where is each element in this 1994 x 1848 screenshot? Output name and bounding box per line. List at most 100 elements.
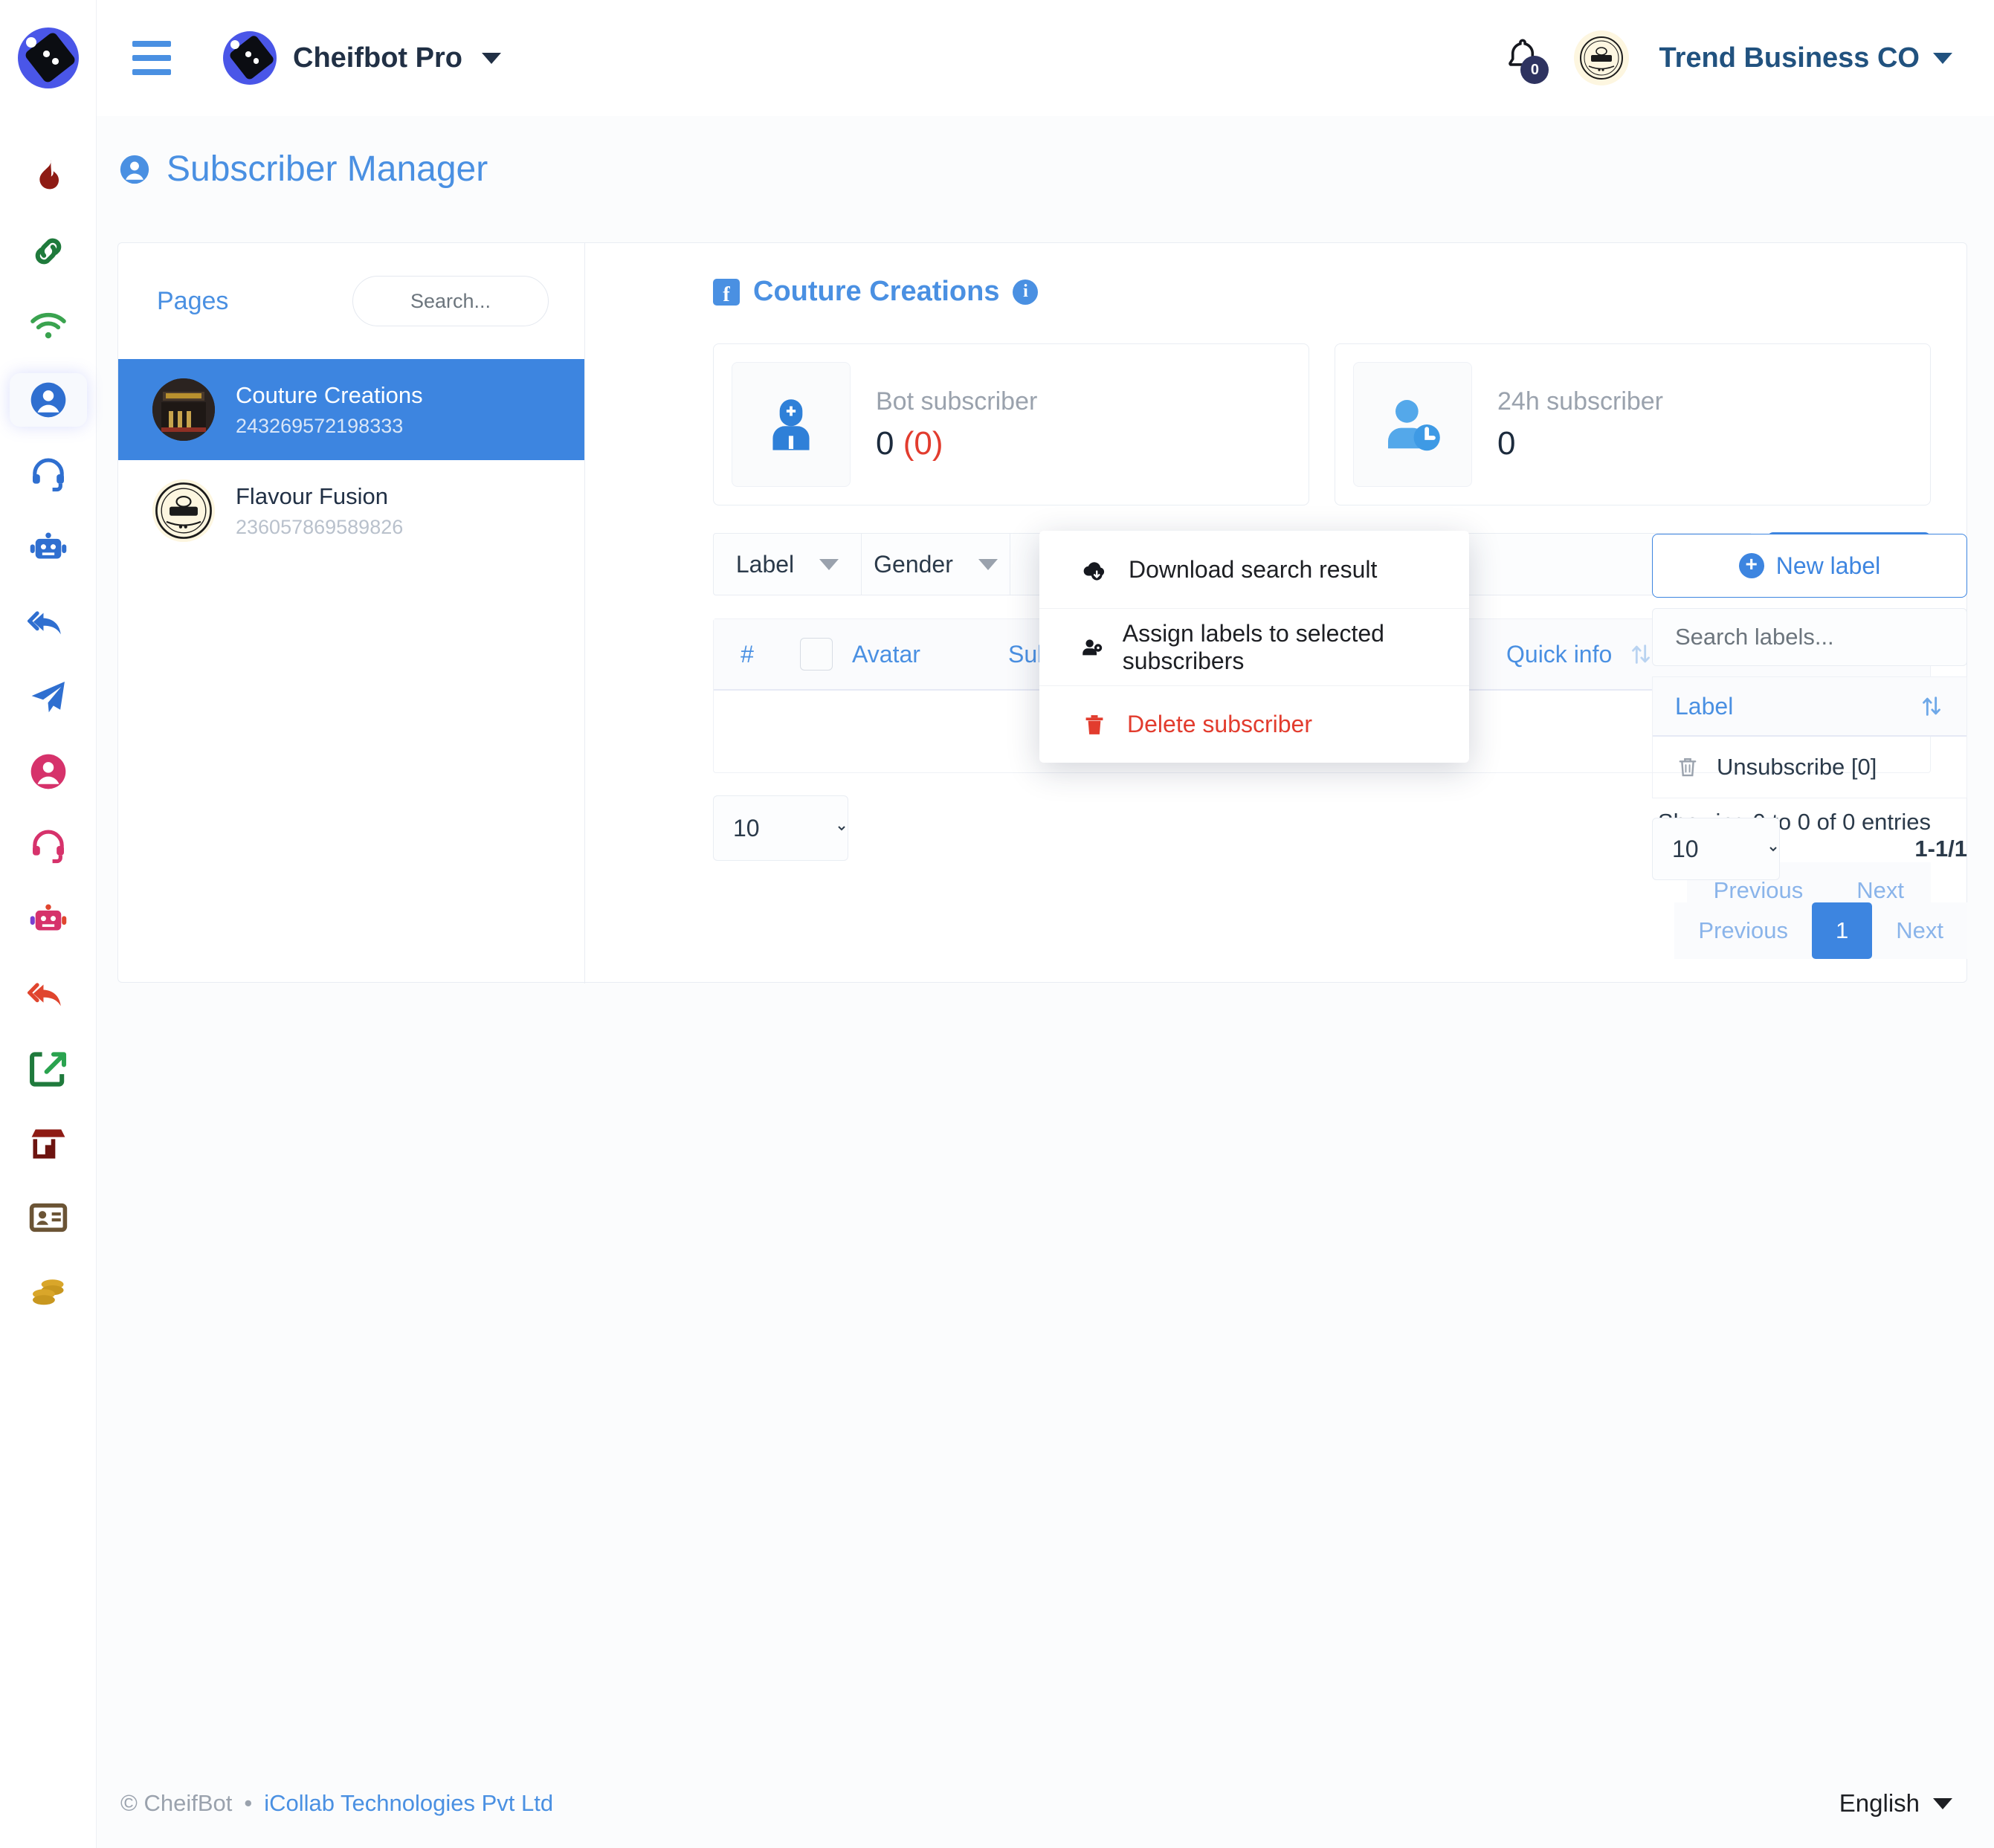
gender-filter-label: Gender [874,550,953,578]
top-bar-right: 0 Trend Business CO [1501,30,1994,85]
column-index: # [741,640,754,668]
select-all-checkbox[interactable] [800,638,833,671]
column-quick-info-label: Quick info [1506,640,1613,668]
chevron-down-icon [1933,52,1952,64]
sidebar-item-contacts[interactable] [10,1191,87,1244]
labels-range-info: 1-1/1 [1914,836,1967,862]
labels-page-length-select[interactable]: 10 [1652,818,1780,880]
account-menu[interactable]: Trend Business CO [1659,42,1952,74]
page-length-select[interactable]: 10 [713,795,848,861]
stat-main-value: 0 [876,424,894,462]
sidebar-item-share[interactable] [10,1042,87,1096]
labels-footer: 10 1-1/1 [1652,818,1967,880]
reply-all-icon [27,983,61,1007]
labels-column-header: Label [1675,692,1734,720]
sidebar-item-fire[interactable] [10,150,87,204]
labels-table: Label Unsubscribe [0] [1652,676,1967,798]
stat-text: Bot subscriber 0 (0) [876,387,1037,462]
labels-previous-button[interactable]: Previous [1674,902,1812,959]
new-label-button[interactable]: + New label [1652,534,1967,598]
chefbot-logo-icon [17,28,79,88]
clock-user-icon [1353,362,1472,487]
language-selector[interactable]: English [1839,1789,1952,1818]
sort-arrows-icon [1632,644,1651,664]
coins-icon [32,1279,64,1305]
sidebar-item-wifi[interactable] [10,299,87,352]
pages-search-input[interactable] [352,276,549,326]
store-icon [31,1129,65,1159]
menu-item-label: Delete subscriber [1127,711,1312,737]
sidebar-item-ig-bot[interactable] [10,894,87,947]
page-footer: © CheifBot • iCollab Technologies Pvt Lt… [97,1759,1994,1848]
hamburger-menu-icon[interactable] [132,41,171,75]
label-filter-label: Label [735,550,795,578]
company-link[interactable]: iCollab Technologies Pvt Ltd [264,1790,553,1817]
sidebar-item-ig-subscriber[interactable] [10,745,87,798]
sidebar-item-broadcast[interactable] [10,671,87,724]
pages-header: Pages [118,243,584,326]
sidebar-item-store[interactable] [10,1117,87,1170]
user-circle-icon [30,754,65,789]
trash-icon[interactable] [1675,754,1700,781]
menu-item-delete-subscriber[interactable]: Delete subscriber [1039,685,1469,763]
page-id: 236057869589826 [236,515,404,538]
wifi-icon [30,312,66,339]
label-row-text: Unsubscribe [0] [1717,754,1877,780]
language-label: English [1839,1789,1920,1817]
menu-item-assign-labels[interactable]: Assign labels to selected subscribers [1039,608,1469,685]
labels-page-1-button[interactable]: 1 [1812,902,1873,959]
stat-card-bot-subscriber: Bot subscriber 0 (0) [713,343,1309,505]
sidebar-item-reply[interactable] [10,596,87,650]
notifications-button[interactable]: 0 [1501,35,1549,84]
menu-item-label: Assign labels to selected subscribers [1122,619,1384,674]
send-icon [31,682,65,713]
page-name: Flavour Fusion [236,482,389,509]
info-icon[interactable]: i [1013,279,1039,305]
avatar[interactable] [1574,30,1630,85]
page-list-item-couture-creations[interactable]: Couture Creations 243269572198333 [118,359,584,460]
page-meta: Couture Creations 243269572198333 [236,382,423,438]
top-bar: Cheifbot Pro 0 Trend Business CO [0,0,1994,116]
sidebar-item-link[interactable] [10,224,87,278]
stat-main-value: 0 [1497,424,1516,462]
stat-value: 0 (0) [876,425,1037,462]
options-dropdown-menu: Download search result Assign labels to … [1039,531,1469,763]
sidebar-item-bot[interactable] [10,522,87,575]
detail-page-name: Couture Creations [753,276,1000,307]
menu-item-download-search-result[interactable]: Download search result [1039,531,1469,608]
label-search-input[interactable] [1652,608,1967,666]
page-list-item-flavour-fusion[interactable]: Flavour Fusion 236057869589826 [118,460,584,561]
sidebar-item-livechat[interactable] [10,448,87,501]
headset-icon [32,458,64,492]
brand-title-label: Cheifbot Pro [293,42,462,74]
sidebar-item-subscriber[interactable] [9,373,87,427]
label-filter-dropdown[interactable]: Label [713,533,862,595]
user-circle-icon [30,382,65,418]
sidebar-item-billing[interactable] [10,1265,87,1319]
sidebar-item-ig-reply[interactable] [10,968,87,1021]
column-avatar[interactable]: Avatar [852,641,1008,668]
sort-arrows-icon[interactable] [1919,692,1944,720]
notification-count-badge: 0 [1520,56,1549,84]
label-row-unsubscribe[interactable]: Unsubscribe [0] [1653,737,1966,798]
stats-row: Bot subscriber 0 (0) 24h subscriber 0 [585,308,1966,505]
labels-next-button[interactable]: Next [1872,902,1967,959]
sidebar-item-ig-livechat[interactable] [10,819,87,873]
share-icon [29,1052,66,1087]
pages-heading: Pages [157,286,229,315]
brand-title-dropdown[interactable]: Cheifbot Pro [223,31,501,85]
page-title: Subscriber Manager [117,149,488,190]
gender-filter-dropdown[interactable]: Gender [862,533,1010,595]
bot-subscriber-icon [732,362,851,487]
stat-title: 24h subscriber [1497,387,1664,416]
footer-separator: • [244,1790,253,1816]
labels-table-header[interactable]: Label [1653,677,1966,737]
cloud-download-icon [1083,562,1105,581]
labels-panel: + New label Label Unsubscribe [0] 10 1-1… [1652,534,1967,959]
plus-circle-icon: + [1738,553,1764,578]
chevron-down-icon [978,558,998,570]
stat-card-24h-subscriber: 24h subscriber 0 [1335,343,1931,505]
user-tag-icon [1082,639,1103,655]
facebook-icon: f [713,278,740,306]
robot-icon [30,904,66,931]
